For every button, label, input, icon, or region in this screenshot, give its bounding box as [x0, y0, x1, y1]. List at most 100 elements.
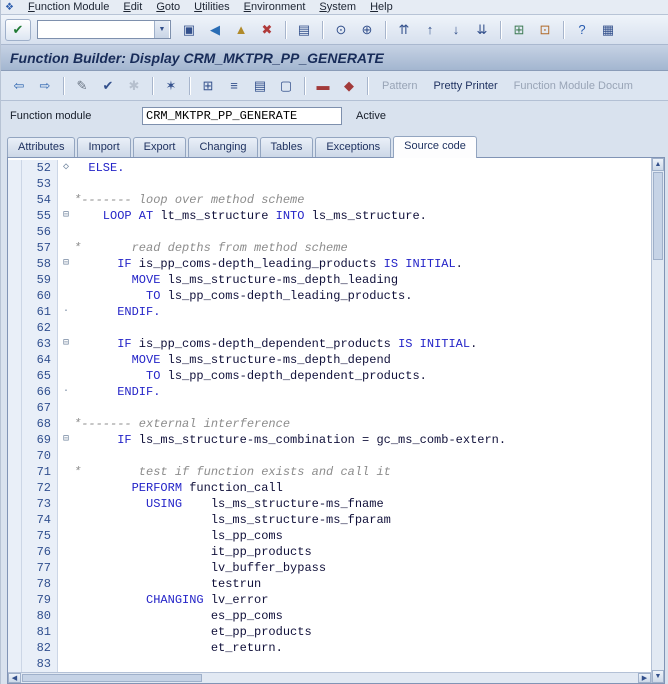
documentation-icon[interactable]: ▬	[311, 75, 335, 97]
page-up-icon[interactable]: ↑	[418, 19, 442, 41]
object-list-icon[interactable]: ≡	[222, 75, 246, 97]
display-change-icon[interactable]: ✎	[70, 75, 94, 97]
code-line[interactable]: 63 ⊟ IF is_pp_coms-depth_dependent_produc…	[8, 336, 651, 352]
fold-marker-icon[interactable]: ·	[58, 304, 74, 320]
exit-icon[interactable]: ▲	[229, 19, 253, 41]
code-line[interactable]: 54 *------- loop over method scheme	[8, 192, 651, 208]
cancel-icon[interactable]: ✖	[255, 19, 279, 41]
code-line[interactable]: 79 CHANGING lv_error	[8, 592, 651, 608]
vertical-scrollbar[interactable]: ▲ ▼	[651, 158, 664, 683]
horizontal-scroll-thumb[interactable]	[22, 674, 202, 682]
code-line[interactable]: 75 ls_pp_coms	[8, 528, 651, 544]
where-used-icon[interactable]: ⊞	[196, 75, 220, 97]
horizontal-scrollbar[interactable]: ◀ ▶	[8, 672, 651, 683]
code-line[interactable]: 62	[8, 320, 651, 336]
vertical-scroll-thumb[interactable]	[653, 172, 663, 260]
find-icon[interactable]: ⊙	[329, 19, 353, 41]
editor-margin	[8, 640, 22, 656]
fold-marker-icon[interactable]: ⊟	[58, 208, 74, 224]
tab-attributes[interactable]: Attributes	[7, 137, 76, 157]
last-page-icon[interactable]: ⇊	[470, 19, 494, 41]
code-line[interactable]: 66 · ENDIF.	[8, 384, 651, 400]
code-line[interactable]: 69 ⊟ IF ls_ms_structure-ms_combination = …	[8, 432, 651, 448]
code-line[interactable]: 77 lv_buffer_bypass	[8, 560, 651, 576]
code-line[interactable]: 78 testrun	[8, 576, 651, 592]
help-icon[interactable]: ?	[570, 19, 594, 41]
menu-goto[interactable]: Goto	[149, 1, 187, 14]
fold-marker-icon[interactable]: ⊟	[58, 336, 74, 352]
code-text: ENDIF.	[74, 305, 161, 319]
test-icon[interactable]: ✶	[159, 75, 183, 97]
code-line[interactable]: 59 MOVE ls_ms_structure-ms_depth_leading	[8, 272, 651, 288]
code-line[interactable]: 52 ◇ ELSE.	[8, 160, 651, 176]
enter-icon[interactable]: ✔	[5, 18, 31, 41]
code-line[interactable]: 81 et_pp_products	[8, 624, 651, 640]
save-icon[interactable]: ▣	[177, 19, 201, 41]
vertical-scroll-track[interactable]	[652, 261, 664, 670]
tab-export[interactable]: Export	[132, 137, 187, 157]
menu-system[interactable]: System	[312, 1, 363, 14]
find-next-icon[interactable]: ⊕	[355, 19, 379, 41]
code-line[interactable]: 67	[8, 400, 651, 416]
new-session-icon[interactable]: ⊞	[507, 19, 531, 41]
menu-edit[interactable]: Edit	[116, 1, 149, 14]
scroll-up-icon[interactable]: ▲	[652, 158, 664, 171]
navigation-window-icon[interactable]: ▤	[248, 75, 272, 97]
fold-marker-icon[interactable]: ·	[58, 384, 74, 400]
menu-function-module[interactable]: Function Module	[21, 1, 116, 14]
system-menu-icon[interactable]: ❖	[5, 2, 17, 13]
scroll-down-icon[interactable]: ▼	[652, 670, 664, 683]
menu-environment[interactable]: Environment	[237, 1, 313, 14]
fold-marker-icon[interactable]: ◇	[58, 160, 74, 176]
code-line[interactable]: 53	[8, 176, 651, 192]
command-input[interactable]	[38, 21, 154, 38]
code-line[interactable]: 55 ⊟ LOOP AT lt_ms_structure INTO ls_ms_s…	[8, 208, 651, 224]
customize-layout-icon[interactable]: ▦	[596, 19, 620, 41]
back-icon[interactable]: ◀	[203, 19, 227, 41]
code-line[interactable]: 60 TO ls_pp_coms-depth_leading_products.	[8, 288, 651, 304]
editor-margin	[8, 400, 22, 416]
code-line[interactable]: 65 TO ls_pp_coms-depth_dependent_product…	[8, 368, 651, 384]
scroll-right-icon[interactable]: ▶	[638, 673, 651, 683]
code-line[interactable]: 64 MOVE ls_ms_structure-ms_depth_depend	[8, 352, 651, 368]
fold-marker-icon[interactable]: ⊟	[58, 432, 74, 448]
horizontal-scroll-track[interactable]	[203, 673, 638, 683]
code-line[interactable]: 61 · ENDIF.	[8, 304, 651, 320]
code-line[interactable]: 76 it_pp_products	[8, 544, 651, 560]
create-shortcut-icon[interactable]: ⊡	[533, 19, 557, 41]
first-page-icon[interactable]: ⇈	[392, 19, 416, 41]
fold-marker-icon[interactable]: ⊟	[58, 256, 74, 272]
command-dropdown-icon[interactable]: ▼	[154, 21, 169, 38]
code-line[interactable]: 74 ls_ms_structure-ms_fparam	[8, 512, 651, 528]
code-line[interactable]: 80 es_pp_coms	[8, 608, 651, 624]
code-line[interactable]: 83	[8, 656, 651, 672]
code-line[interactable]: 70	[8, 448, 651, 464]
tab-source-code[interactable]: Source code	[393, 136, 477, 158]
code-line[interactable]: 72 PERFORM function_call	[8, 480, 651, 496]
code-line[interactable]: 73 USING ls_ms_structure-ms_fname	[8, 496, 651, 512]
enhance-icon[interactable]: ◆	[337, 75, 361, 97]
code-line[interactable]: 82 et_return.	[8, 640, 651, 656]
code-line[interactable]: 71 * test if function exists and call it	[8, 464, 651, 480]
tab-changing[interactable]: Changing	[188, 137, 258, 157]
function-module-input[interactable]	[142, 107, 342, 125]
code-line[interactable]: 56	[8, 224, 651, 240]
tab-import[interactable]: Import	[77, 137, 131, 157]
code-lines[interactable]: 52 ◇ ELSE. 53 54 *------- loop over method s…	[8, 158, 651, 672]
code-line[interactable]: 68 *------- external interference	[8, 416, 651, 432]
menu-utilities[interactable]: Utilities	[187, 1, 236, 14]
check-icon[interactable]: ✔	[96, 75, 120, 97]
back-icon[interactable]: ⇦	[7, 75, 31, 97]
pretty-printer-button[interactable]: Pretty Printer	[425, 77, 505, 95]
page-down-icon[interactable]: ↓	[444, 19, 468, 41]
code-line[interactable]: 57 * read depths from method scheme	[8, 240, 651, 256]
tab-tables[interactable]: Tables	[259, 137, 314, 157]
fullscreen-icon[interactable]: ▢	[274, 75, 298, 97]
code-line[interactable]: 58 ⊟ IF is_pp_coms-depth_leading_products…	[8, 256, 651, 272]
tab-exceptions[interactable]: Exceptions	[315, 137, 392, 157]
print-icon[interactable]: ▤	[292, 19, 316, 41]
forward-icon[interactable]: ⇨	[33, 75, 57, 97]
toolbar-separator	[285, 20, 286, 39]
scroll-left-icon[interactable]: ◀	[8, 673, 21, 683]
menu-help[interactable]: Help	[363, 1, 400, 14]
